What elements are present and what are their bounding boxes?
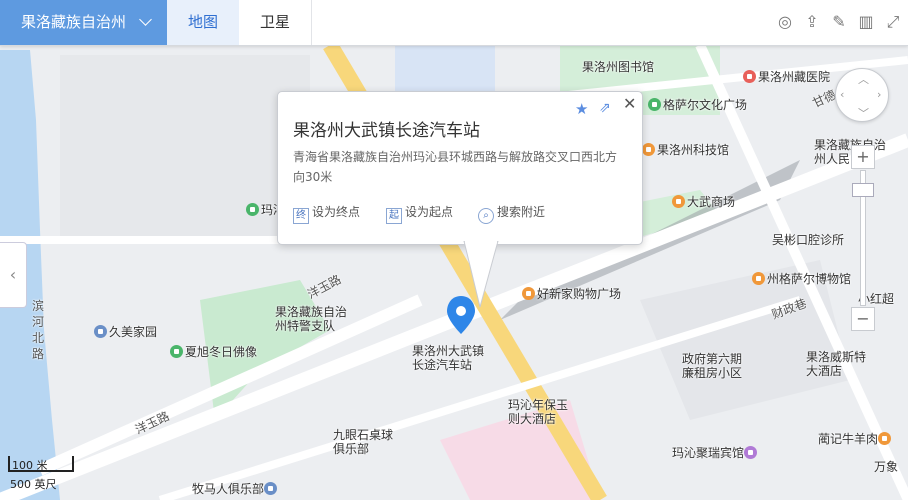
scale-feet: 500 英尺 — [10, 478, 57, 491]
poi-label[interactable]: 好新家购物广场 — [522, 287, 621, 301]
poi-label[interactable]: 万象 — [874, 460, 898, 474]
chevron-left-icon: ‹ — [9, 265, 17, 284]
tab-satellite[interactable]: 卫星 — [239, 0, 312, 45]
poi-label[interactable]: 玛沁聚瑞宾馆 — [672, 446, 759, 460]
poi-label[interactable]: 果洛藏族自治州特警支队 — [275, 305, 355, 333]
pan-control[interactable]: ︿ ﹀ ‹ › — [835, 68, 889, 122]
pan-right-icon[interactable]: › — [877, 88, 881, 101]
hotel-icon — [744, 446, 758, 459]
share-icon[interactable]: ⇪ — [802, 12, 822, 32]
club-icon — [264, 482, 278, 495]
info-window-pointer — [463, 241, 499, 308]
fullscreen-icon[interactable]: ⤢ — [883, 12, 903, 32]
pan-left-icon[interactable]: ‹ — [840, 88, 844, 101]
zoom-slider-handle[interactable] — [852, 183, 874, 197]
poi-label[interactable]: 果洛州科技馆 — [642, 143, 729, 157]
poi-label[interactable]: 蔺记牛羊肉 — [818, 432, 893, 446]
poi-label[interactable]: 果洛州大武镇长途汽车站 — [412, 344, 492, 372]
info-address: 青海省果洛藏族自治州玛沁县环城西路与解放路交叉口西北方向30米 — [293, 150, 618, 184]
locate-icon[interactable]: ◎ — [775, 12, 795, 32]
trash-icon[interactable]: ▥ — [856, 12, 876, 32]
ruler-icon[interactable]: ✎ — [829, 12, 849, 32]
poi-label[interactable]: 夏旭冬日佛像 — [170, 345, 257, 359]
city-selector[interactable]: 果洛藏族自治州 — [0, 0, 167, 45]
poi-label[interactable]: 政府第六期廉租房小区 — [682, 352, 746, 380]
poi-label[interactable]: 玛沁年保玉则大酒店 — [508, 398, 568, 426]
start-point-icon: 起 — [386, 208, 402, 224]
scale-meters: 100 米 — [12, 459, 48, 472]
set-destination-button[interactable]: 终设为终点 — [293, 203, 360, 224]
share-icon[interactable]: ⇗ — [599, 100, 611, 116]
museum-icon — [752, 272, 765, 285]
residential-icon — [94, 325, 107, 338]
mall-icon — [672, 195, 685, 208]
museum-icon — [642, 143, 655, 156]
zoom-in-button[interactable]: + — [851, 145, 875, 169]
chevron-down-icon — [139, 13, 152, 26]
search-nearby-button[interactable]: ⌕ 搜索附近 — [478, 203, 545, 224]
poi-label[interactable]: 九眼石桌球俱乐部 — [333, 428, 403, 456]
hospital-icon — [743, 70, 756, 83]
info-title: 果洛州大武镇长途汽车站 — [293, 121, 480, 141]
close-icon[interactable]: ✕ — [623, 94, 636, 113]
shopping-icon — [522, 287, 535, 300]
star-icon[interactable]: ★ — [575, 100, 588, 118]
camera-icon — [170, 345, 183, 358]
restaurant-icon — [878, 432, 892, 445]
poi-label[interactable]: 大武商场 — [672, 195, 735, 209]
search-icon: ⌕ — [478, 208, 494, 224]
plaza-icon — [648, 98, 661, 111]
panel-toggle-button[interactable]: ‹ — [0, 242, 27, 308]
poi-label[interactable]: 牧马人俱乐部 — [192, 482, 279, 496]
poi-label[interactable]: 果洛州图书馆 — [582, 60, 654, 74]
poi-label[interactable]: 果洛威斯特大酒店 — [806, 350, 876, 378]
scale-bar: 100 米 500 英尺 — [8, 456, 108, 492]
poi-label[interactable]: 果洛州藏医院 — [743, 70, 830, 84]
camera-icon — [246, 203, 259, 216]
end-point-icon: 终 — [293, 208, 309, 224]
pan-up-icon[interactable]: ︿ — [858, 71, 869, 87]
set-origin-button[interactable]: 起设为起点 — [386, 203, 453, 224]
top-toolbar: 果洛藏族自治州 地图 卫星 ◎ ⇪ ✎ ▥ ⤢ — [0, 0, 908, 46]
pan-down-icon[interactable]: ﹀ — [858, 105, 869, 121]
tab-map[interactable]: 地图 — [167, 0, 239, 45]
zoom-out-button[interactable]: − — [851, 307, 875, 331]
info-window: ★ ⇗ ✕ 果洛州大武镇长途汽车站 青海省果洛藏族自治州玛沁县环城西路与解放路交… — [277, 91, 643, 245]
city-name: 果洛藏族自治州 — [21, 13, 127, 31]
poi-label[interactable]: 州格萨尔博物馆 — [752, 272, 851, 286]
poi-label[interactable]: 久美家园 — [94, 325, 157, 339]
map-canvas[interactable]: 果洛州图书馆 果洛州藏医院 格萨尔文化广场 果洛州科技馆 果洛藏族自治州人民医院… — [0, 0, 908, 500]
road-label: 滨河北路 — [32, 299, 45, 361]
poi-label[interactable]: 格萨尔文化广场 — [648, 98, 747, 112]
poi-label[interactable]: 吴彬口腔诊所 — [772, 233, 844, 247]
